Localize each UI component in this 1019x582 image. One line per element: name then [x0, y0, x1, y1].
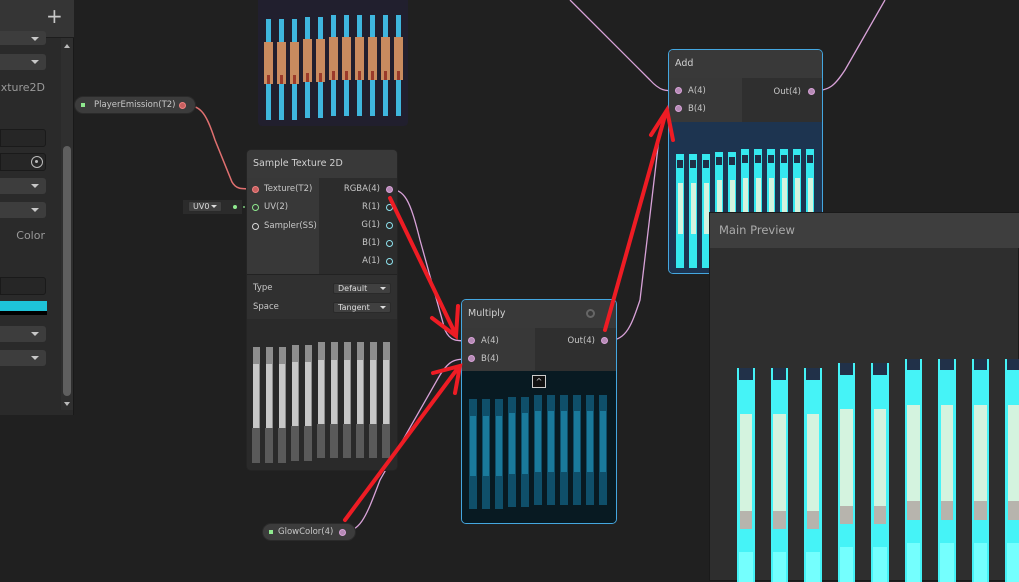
annotation-arrow-3 [603, 104, 675, 332]
annotation-layer [343, 104, 675, 522]
annotation-arrow-1 [388, 196, 460, 340]
annotation-arrow-2 [343, 363, 463, 522]
